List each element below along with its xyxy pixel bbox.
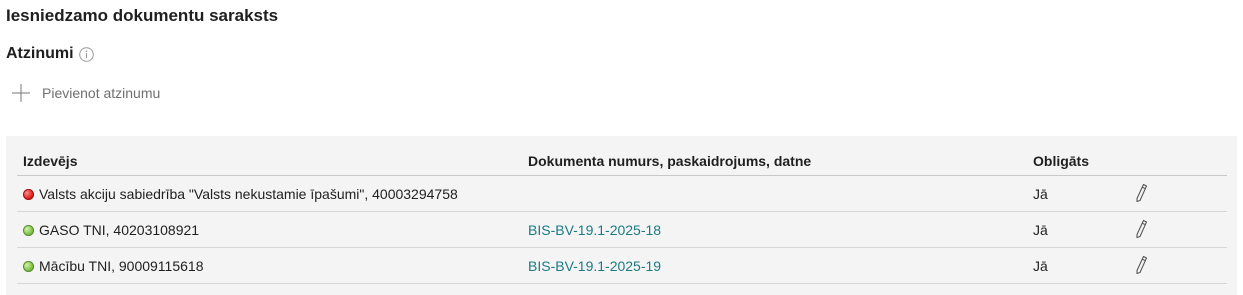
issuer-cell: Mācību TNI, 90009115618 (23, 258, 204, 274)
header-issuer: Izdevējs (23, 153, 78, 169)
status-red-icon (23, 188, 34, 200)
table-row: Valsts akciju sabiedrība "Valsts nekusta… (17, 176, 1227, 212)
issuer-name: Valsts akciju sabiedrība "Valsts nekusta… (39, 186, 458, 202)
issuer-name: Mācību TNI, 90009115618 (39, 258, 204, 274)
pencil-icon[interactable] (1134, 183, 1148, 203)
attachments-title: Atzinumi (6, 45, 74, 62)
required-value: Jā (1033, 186, 1048, 202)
issuer-cell: Valsts akciju sabiedrība "Valsts nekusta… (23, 186, 458, 202)
table-header: Izdevējs Dokumenta numurs, paskaidrojums… (17, 144, 1227, 176)
status-green-icon (23, 260, 34, 272)
page-title: Iesniedzamo dokumentu saraksts (6, 6, 279, 25)
table-row: Mācību TNI, 90009115618 BIS-BV-19.1-2025… (17, 248, 1227, 284)
pencil-icon[interactable] (1134, 219, 1148, 239)
attachments-section-title: Atzinumi (6, 45, 94, 63)
info-circle-icon[interactable] (78, 46, 94, 62)
document-link[interactable]: BIS-BV-19.1-2025-18 (528, 222, 661, 238)
document-link[interactable]: BIS-BV-19.1-2025-19 (528, 258, 661, 274)
pencil-icon[interactable] (1134, 255, 1148, 275)
issuer-cell: GASO TNI, 40203108921 (23, 222, 199, 238)
status-green-icon (23, 224, 34, 236)
document-cell: BIS-BV-19.1-2025-19 (528, 258, 661, 274)
issuer-name: GASO TNI, 40203108921 (39, 222, 200, 238)
add-attachment-label: Pievienot atzinumu (42, 85, 161, 101)
plus-icon (11, 83, 31, 103)
attachments-panel: Izdevējs Dokumenta numurs, paskaidrojums… (6, 136, 1237, 295)
document-cell: BIS-BV-19.1-2025-18 (528, 222, 661, 238)
attachments-table: Izdevējs Dokumenta numurs, paskaidrojums… (17, 144, 1227, 284)
header-required: Obligāts (1033, 153, 1090, 169)
add-attachment-button[interactable]: Pievienot atzinumu (11, 83, 160, 103)
required-value: Jā (1033, 258, 1048, 274)
required-value: Jā (1033, 222, 1048, 238)
header-document: Dokumenta numurs, paskaidrojums, datne (528, 153, 812, 169)
table-row: GASO TNI, 40203108921 BIS-BV-19.1-2025-1… (17, 212, 1227, 248)
